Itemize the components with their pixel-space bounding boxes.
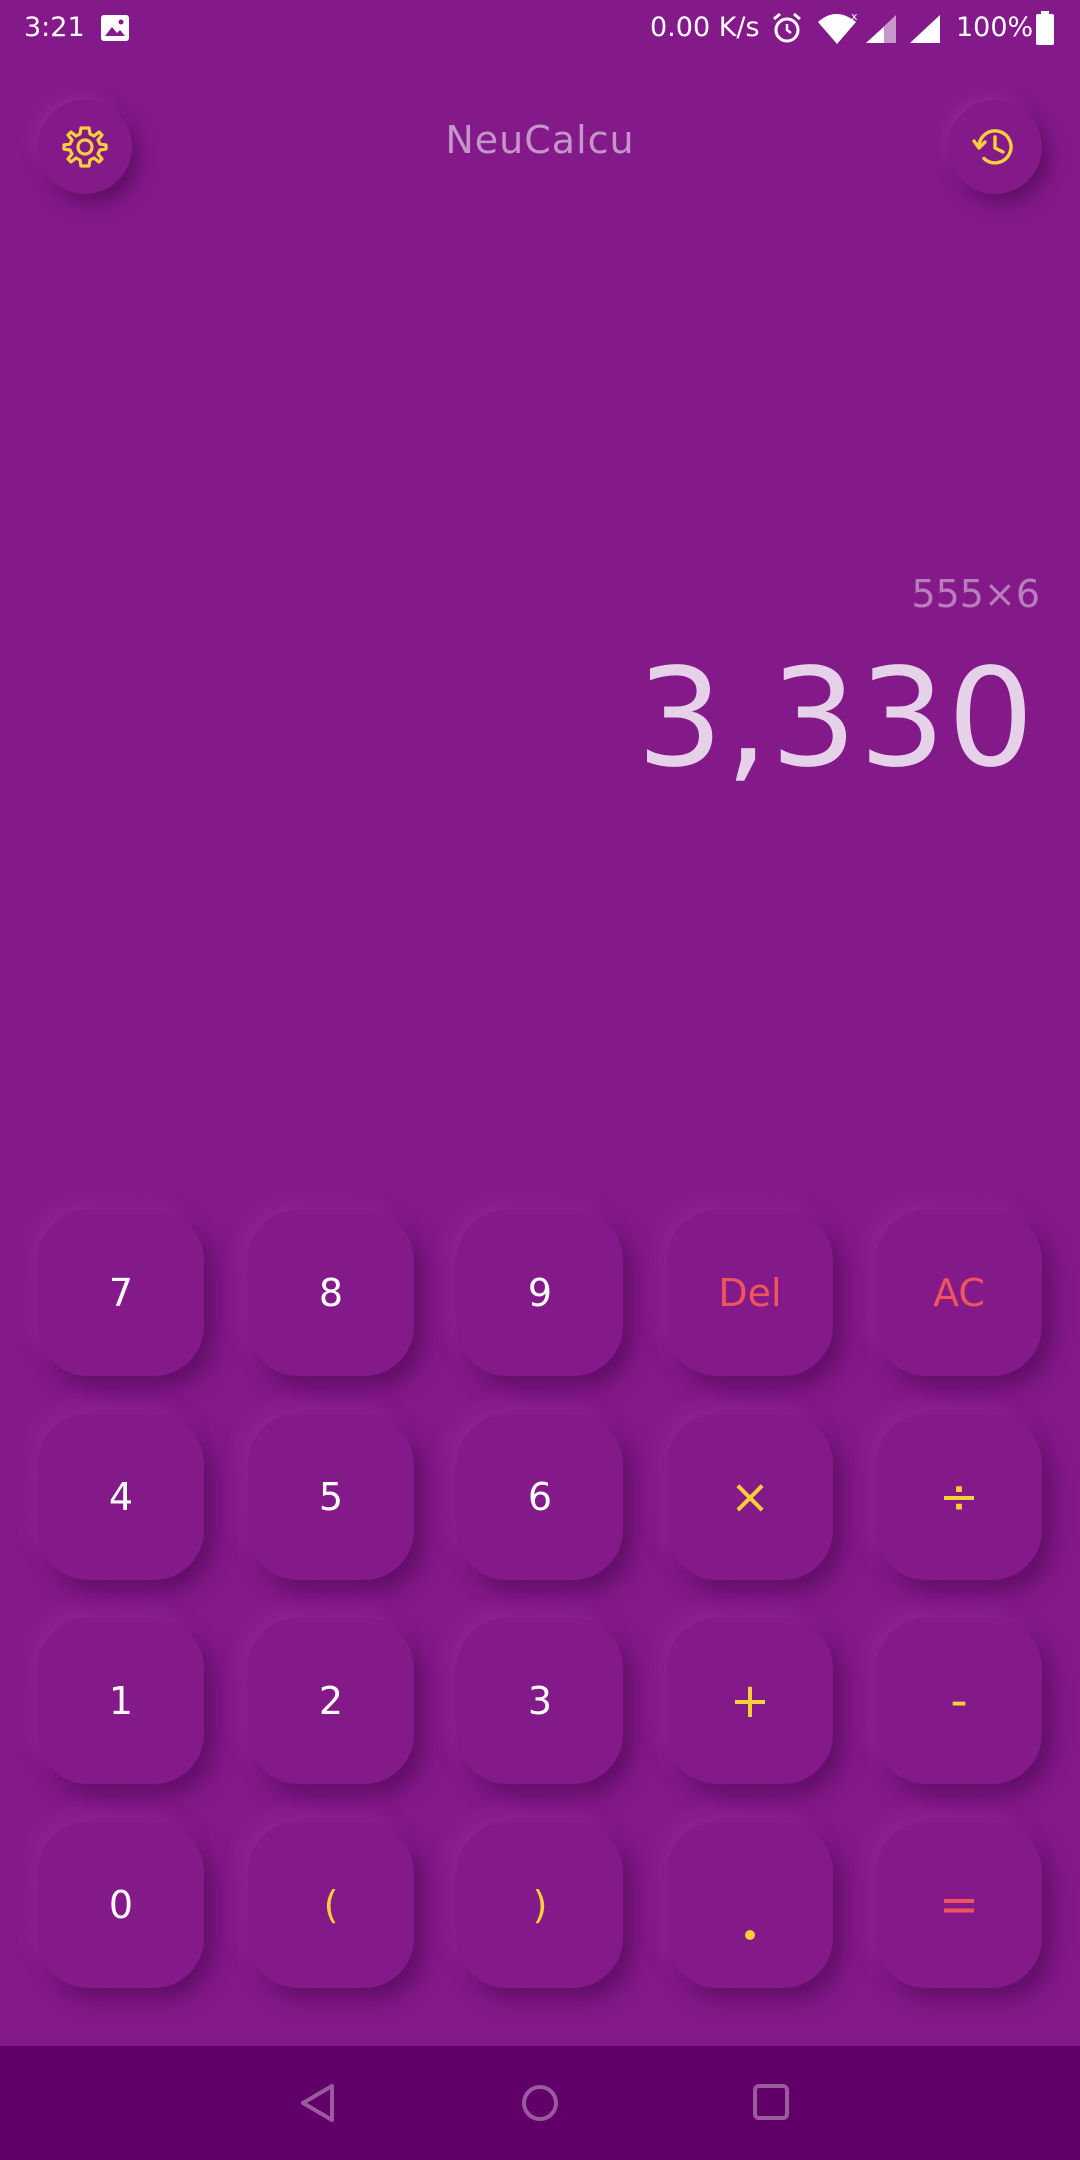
home-icon[interactable] (520, 2082, 560, 2124)
close-paren-button[interactable]: ) (457, 1822, 623, 1988)
key-6[interactable]: 6 (457, 1414, 623, 1580)
open-paren-button[interactable]: ( (248, 1822, 414, 1988)
recents-icon[interactable] (752, 2083, 790, 2121)
multiply-button[interactable]: × (667, 1414, 833, 1580)
key-7[interactable]: 7 (38, 1210, 204, 1376)
key-1[interactable]: 1 (38, 1618, 204, 1784)
keypad: 7 8 9 Del AC 4 5 6 × ÷ 1 2 3 + - 0 ( ) .… (0, 0, 1080, 2160)
key-9[interactable]: 9 (457, 1210, 623, 1376)
back-icon[interactable] (298, 2082, 338, 2124)
key-5[interactable]: 5 (248, 1414, 414, 1580)
decimal-point (745, 1930, 755, 1940)
all-clear-button[interactable]: AC (876, 1210, 1042, 1376)
key-0[interactable]: 0 (38, 1822, 204, 1988)
key-3[interactable]: 3 (457, 1618, 623, 1784)
minus-button[interactable]: - (876, 1618, 1042, 1784)
plus-button[interactable]: + (667, 1618, 833, 1784)
delete-button[interactable]: Del (667, 1210, 833, 1376)
decimal-button[interactable]: . (667, 1822, 833, 1988)
equals-button[interactable]: = (876, 1822, 1042, 1988)
key-2[interactable]: 2 (248, 1618, 414, 1784)
divide-button[interactable]: ÷ (876, 1414, 1042, 1580)
navigation-bar (0, 2046, 1080, 2160)
key-4[interactable]: 4 (38, 1414, 204, 1580)
key-8[interactable]: 8 (248, 1210, 414, 1376)
